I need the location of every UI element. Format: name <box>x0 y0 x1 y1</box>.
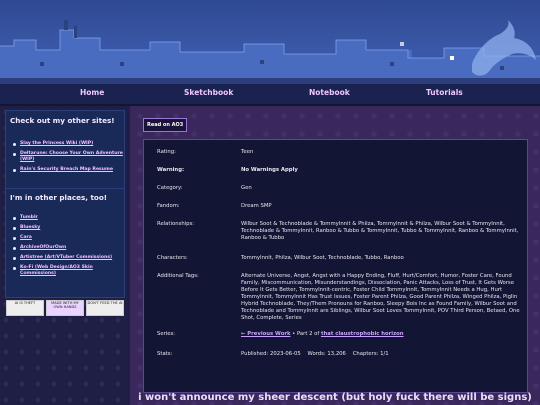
other-places-list: Tumblr Bluesky Cara ArchiveOfOurOwn Arti… <box>12 215 124 281</box>
made-by-hand-badge: MADE WITH MY OWN HANDS <box>46 300 84 316</box>
warning-value: No Warnings Apply <box>241 167 298 173</box>
header-banner <box>0 0 540 84</box>
other-sites-title: Check out my other sites! <box>10 116 115 125</box>
published-date: 2023-06-05 <box>269 351 301 357</box>
link-kofi[interactable]: Ko-Fi (Web Design/AO3 Skin Commissions) <box>12 265 124 277</box>
link-slay-the-princess-wiki[interactable]: Slay the Princess Wiki (WIP) <box>12 141 124 147</box>
other-places-panel: I'm in other places, too! Tumblr Bluesky… <box>5 188 125 298</box>
main-navigation: Home Sketchbook Notebook Tutorials <box>0 84 540 106</box>
stats-value: Published: 2023-06-05 Words: 13,206 Chap… <box>241 351 521 358</box>
link-bluesky[interactable]: Bluesky <box>12 225 124 231</box>
series-value: ← Previous Work • Part 2 of that claustr… <box>241 331 521 338</box>
series-name-link[interactable]: that claustrophobic horizon <box>321 331 404 337</box>
additional-tags-value: Alternate Universe, Angst, Angst with a … <box>241 273 520 321</box>
chapters-label: Chapters: <box>352 351 379 357</box>
series-label: Series: <box>157 331 176 337</box>
fandom-label: Fandom: <box>157 203 180 209</box>
work-title: i won't announce my sheer descent (but h… <box>138 392 532 403</box>
category-label: Category: <box>157 185 183 191</box>
link-artistree[interactable]: Artistree (Art/VTuber Commissions) <box>12 255 124 261</box>
rating-label: Rating: <box>157 149 176 155</box>
relationships-label: Relationships: <box>157 221 195 227</box>
rating-value: Teen <box>241 149 254 155</box>
relationships-value: Wilbur Soot & Technoblade & TommyInnit &… <box>241 221 519 241</box>
other-sites-panel: Check out my other sites! Slay the Princ… <box>5 110 125 190</box>
chapter-count: 1/1 <box>380 351 389 357</box>
link-deltarune-cyoa[interactable]: Deltarune: Choose Your Own Adventure (WI… <box>12 151 124 163</box>
category-value: Gen <box>241 185 252 191</box>
series-part-text: • Part 2 of <box>290 331 321 337</box>
previous-work-link[interactable]: ← Previous Work <box>241 331 290 337</box>
nav-home-link[interactable]: Home <box>80 88 104 97</box>
main-content: Read on AO3 Rating: Teen Warning: No War… <box>130 106 540 405</box>
nav-sketchbook-link[interactable]: Sketchbook <box>184 88 233 97</box>
words-label: Words: <box>307 351 326 357</box>
work-metadata-panel: Rating: Teen Warning: No Warnings Apply … <box>143 139 528 393</box>
additional-tags-label: Additional Tags: <box>157 273 199 279</box>
other-sites-list: Slay the Princess Wiki (WIP) Deltarune: … <box>12 141 124 177</box>
ai-is-theft-badge: AI IS THEFT <box>6 300 44 316</box>
sidebar: Check out my other sites! Slay the Princ… <box>0 106 130 405</box>
link-tumblr[interactable]: Tumblr <box>12 215 124 221</box>
fandom-value: Dream SMP <box>241 203 272 209</box>
warning-label: Warning: <box>157 167 185 173</box>
city-skyline-illustration <box>0 20 540 84</box>
published-label: Published: <box>241 351 269 357</box>
nav-tutorials-link[interactable]: Tutorials <box>426 88 463 97</box>
read-on-ao3-button[interactable]: Read on AO3 <box>143 118 188 132</box>
word-count: 13,206 <box>327 351 346 357</box>
dont-feed-ai-badge: DON'T FEED THE AI <box>86 300 124 316</box>
stats-label: Stats: <box>157 351 173 357</box>
link-security-breach-map[interactable]: Rain's Security Breach Map Resume <box>12 167 124 173</box>
link-ao3[interactable]: ArchiveOfOurOwn <box>12 245 124 251</box>
link-cara[interactable]: Cara <box>12 235 124 241</box>
other-places-title: I'm in other places, too! <box>10 193 108 202</box>
characters-label: Characters: <box>157 255 188 261</box>
characters-value: TommyInnit, Philza, Wilbur Soot, Technob… <box>241 255 404 261</box>
nav-notebook-link[interactable]: Notebook <box>309 88 350 97</box>
